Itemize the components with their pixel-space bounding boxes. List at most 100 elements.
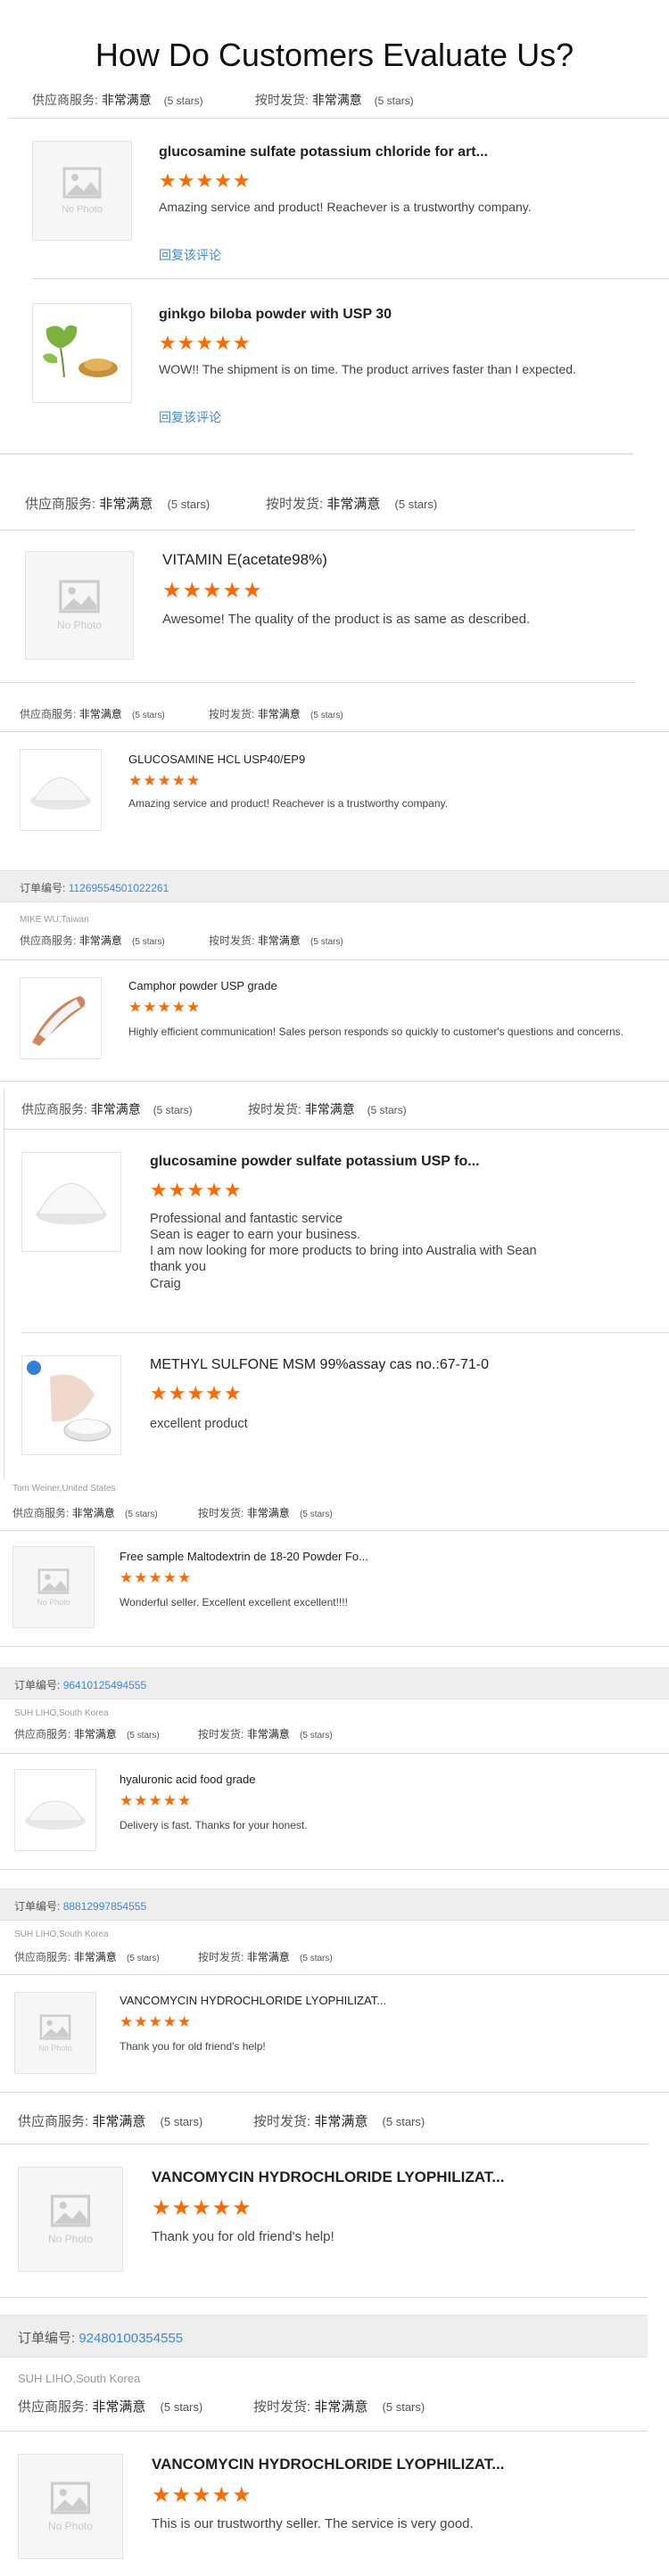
- image-placeholder-icon: [62, 167, 102, 199]
- divider: [0, 682, 635, 683]
- product-title[interactable]: VANCOMYCIN HYDROCHLORIDE LYOPHILIZAT...: [152, 2169, 562, 2186]
- order-number-link[interactable]: 112695545010222​61: [69, 882, 169, 894]
- white-powder-image: [30, 777, 91, 810]
- rating-stars: ★★★★★: [120, 1792, 193, 1809]
- product-title[interactable]: Free sample Maltodextrin de 18-20 Powder…: [120, 1550, 494, 1563]
- review-text: Wonderful seller. Excellent excellent ex…: [120, 1596, 348, 1609]
- divider: [0, 2092, 669, 2093]
- order-number-link[interactable]: 92480100354555: [78, 2331, 183, 2346]
- divider: [0, 731, 669, 732]
- order-number-bar: 订单编号: 112695545010222​61: [0, 870, 669, 902]
- product-thumbnail: [14, 1769, 96, 1851]
- product-title[interactable]: glucosamine sulfate potassium chloride f…: [159, 144, 533, 160]
- product-thumbnail: No Photo: [18, 2454, 123, 2559]
- supplier-rating: 供应商服务: 非常满意 (5 stars): [25, 497, 211, 512]
- review-card-3: 供应商服务: 非常满意 (5 stars) 按时发货: 非常满意 (5 star…: [0, 692, 669, 838]
- rating-stars: ★★★★★: [128, 772, 202, 789]
- supplier-rating: 供应商服务: 非常满意 (5 stars): [14, 1728, 160, 1741]
- supplier-rating: 供应商服务: 非常满意 (5 stars): [21, 1102, 193, 1116]
- product-title[interactable]: glucosamine powder sulfate potassium USP…: [150, 1154, 533, 1170]
- image-placeholder-icon: [50, 2481, 91, 2514]
- divider: [0, 1753, 669, 1754]
- review-text: Thank you for old friend's help!: [120, 2040, 266, 2053]
- buyer-name: SUH LIHO,South Korea: [14, 1708, 109, 1718]
- reply-link[interactable]: 回复该评论: [159, 246, 221, 264]
- image-placeholder-icon: [59, 580, 100, 613]
- ontime-rating: 按时发货: 非常满意 (5 stars): [209, 934, 343, 947]
- divider: [0, 1974, 669, 1975]
- page-heading: How Do Customers Evaluate Us?: [95, 37, 574, 73]
- product-thumbnail: No Photo: [18, 2167, 123, 2272]
- review-text: Delivery is fast. Thanks for your honest…: [120, 1819, 308, 1831]
- divider: [0, 1530, 669, 1531]
- ontime-rating: 按时发货: 非常满意 (5 stars): [255, 93, 414, 107]
- divider: [32, 278, 669, 279]
- product-title[interactable]: METHYL SULFONE MSM 99%assay cas no.:67-7…: [150, 1357, 578, 1373]
- divider: [0, 1869, 669, 1870]
- review-card-2: 供应商服务: 非常满意 (5 stars) 按时发货: 非常满意 (5 star…: [0, 455, 635, 683]
- product-title[interactable]: VANCOMYCIN HYDROCHLORIDE LYOPHILIZAT...: [120, 1994, 494, 2007]
- ontime-rating: 按时发货: 非常满意 (5 stars): [253, 2399, 425, 2415]
- review-text: This is our trustworthy seller. The serv…: [152, 2516, 474, 2531]
- divider: [0, 2431, 648, 2432]
- product-thumbnail: [20, 977, 102, 1059]
- review-text: Highly efficient communication! Sales pe…: [128, 1025, 624, 1038]
- order-number-bar: 订单编号: 92480100354555: [0, 2315, 648, 2358]
- no-photo-label: No Photo: [37, 1597, 70, 1607]
- product-thumbnail: No Photo: [12, 1546, 95, 1628]
- supplier-rating: 供应商服务: 非常满意 (5 stars): [20, 708, 165, 720]
- msm-product-image: [27, 1361, 112, 1442]
- divider: [0, 959, 669, 960]
- rating-stars: ★★★★★: [150, 1382, 243, 1404]
- rating-stars: ★★★★★: [120, 2013, 193, 2030]
- no-photo-label: No Photo: [62, 204, 103, 215]
- image-placeholder-icon: [50, 2194, 91, 2226]
- rating-stars: ★★★★★: [152, 2196, 252, 2220]
- white-powder-image: [36, 1182, 107, 1225]
- supplier-rating: 供应商服务: 非常满意 (5 stars): [14, 1951, 160, 1963]
- order-number-link[interactable]: 96410125494555: [63, 1679, 146, 1691]
- supplier-rating: 供应商服务: 非常满意 (5 stars): [12, 1507, 158, 1519]
- supplier-rating: 供应商服务: 非常满意 (5 stars): [18, 2399, 203, 2415]
- product-title[interactable]: hyaluronic acid food grade: [120, 1773, 494, 1786]
- white-powder-image: [25, 1800, 86, 1830]
- product-title[interactable]: ginkgo biloba powder with USP 30: [159, 307, 533, 323]
- review-text: Thank you for old friend's help!: [152, 2229, 334, 2244]
- review-card-1: 供应商服务: 非常满意 (5 stars) 按时发货: 非常满意 (5 star…: [0, 80, 669, 428]
- divider: [0, 1081, 669, 1082]
- ontime-rating: 按时发货: 非常满意 (5 stars): [198, 1951, 333, 1963]
- ontime-rating: 按时发货: 非常满意 (5 stars): [209, 708, 343, 720]
- rating-stars: ★★★★★: [162, 579, 263, 603]
- ginkgo-product-image: [43, 325, 118, 378]
- divider: [4, 1129, 669, 1130]
- product-title[interactable]: Camphor powder USP grade: [128, 979, 503, 992]
- product-title[interactable]: VANCOMYCIN HYDROCHLORIDE LYOPHILIZAT...: [152, 2456, 562, 2473]
- divider: [0, 1646, 669, 1647]
- divider: [21, 1332, 669, 1333]
- image-placeholder-icon: [37, 1568, 70, 1594]
- no-photo-label: No Photo: [47, 2232, 94, 2245]
- product-thumbnail: No Photo: [25, 551, 134, 660]
- review-text: Professional and fantastic service Sean …: [150, 1212, 537, 1291]
- reply-link[interactable]: 回复该评论: [159, 408, 221, 426]
- order-number-link[interactable]: 88812997854555: [63, 1900, 146, 1913]
- rating-stars: ★★★★★: [120, 1569, 193, 1586]
- divider: [0, 530, 635, 531]
- product-title[interactable]: VITAMIN E(acetate98%): [162, 551, 537, 569]
- product-thumbnail: [21, 1152, 121, 1252]
- buyer-name: SUH LIHO,South Korea: [14, 1930, 109, 1939]
- supplier-rating: 供应商服务: 非常满意 (5 stars): [20, 934, 165, 947]
- image-placeholder-icon: [39, 2013, 71, 2040]
- rating-stars: ★★★★★: [159, 169, 252, 192]
- ontime-rating: 按时发货: 非常满意 (5 stars): [266, 497, 438, 512]
- rating-stars: ★★★★★: [159, 332, 252, 354]
- ontime-rating: 按时发货: 非常满意 (5 stars): [198, 1507, 333, 1519]
- no-photo-label: No Photo: [47, 2519, 94, 2532]
- divider: [9, 118, 669, 119]
- no-photo-label: No Photo: [56, 619, 103, 631]
- no-photo-label: No Photo: [38, 2043, 72, 2053]
- buyer-name: MIKE WU,Taiwan: [20, 915, 89, 925]
- product-title[interactable]: GLUCOSAMINE HCL USP40/EP9: [128, 753, 503, 766]
- product-thumbnail: No Photo: [14, 1992, 96, 2074]
- review-text: Amazing service and product! Reachever i…: [159, 200, 532, 214]
